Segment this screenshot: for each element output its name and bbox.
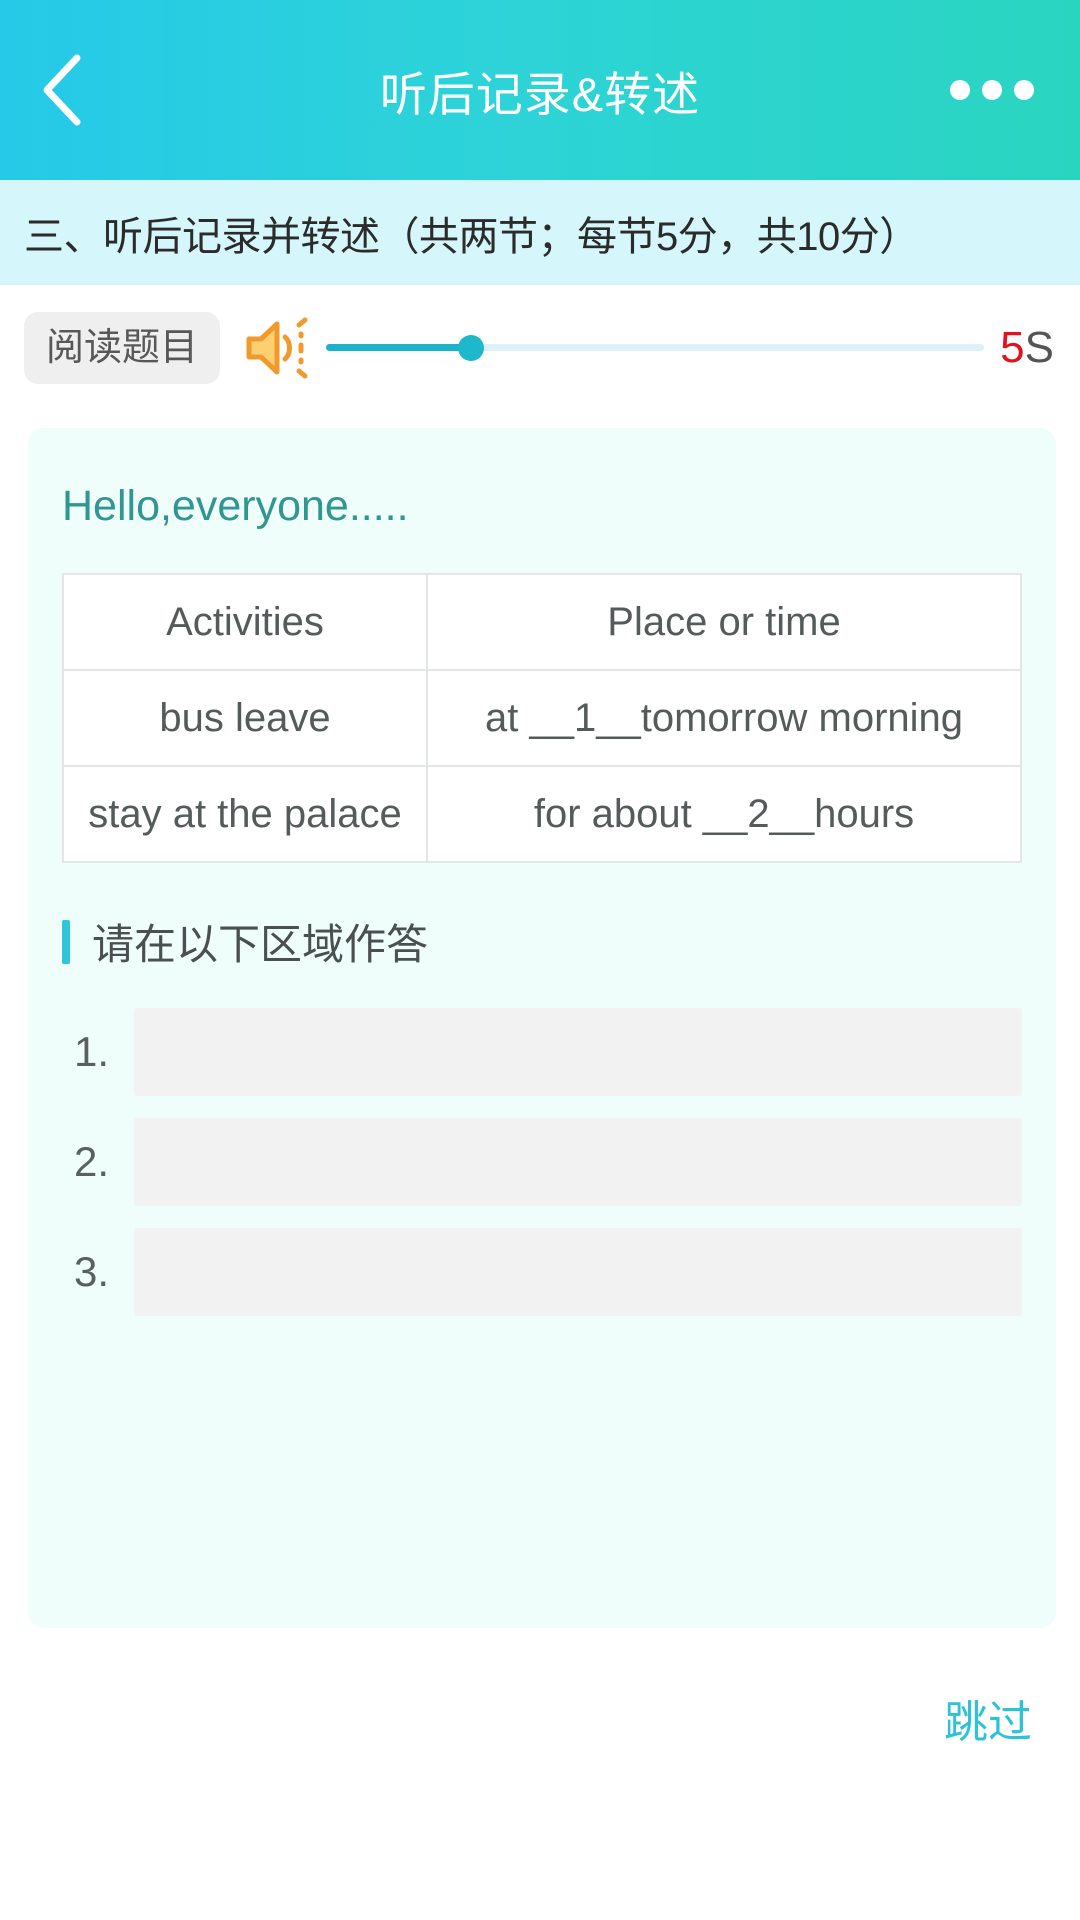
read-question-button[interactable]: 阅读题目	[24, 311, 221, 384]
slider-thumb[interactable]	[457, 334, 484, 361]
answer-area-heading-text: 请在以下区域作答	[92, 921, 429, 968]
answer-input-3[interactable]	[134, 1228, 1022, 1316]
table-header-row: Activities Place or time	[61, 573, 1022, 671]
table-row: bus leave at __1__tomorrow morning	[61, 669, 1022, 767]
countdown-timer-unit: S	[1024, 322, 1054, 372]
heading-accent-bar	[62, 919, 70, 964]
answer-number: 2.	[74, 1138, 110, 1185]
table-header-cell: Place or time	[426, 573, 1022, 671]
table-cell-place-or-time: at __1__tomorrow morning	[426, 669, 1022, 767]
more-horizontal-icon-dot	[1014, 80, 1034, 100]
app-header: 听后记录&转述	[0, 0, 1080, 180]
back-button[interactable]	[20, 50, 100, 130]
audio-player-row: 阅读题目 5S	[0, 285, 1080, 410]
answer-number: 1.	[74, 1028, 110, 1075]
table-row: stay at the palace for about __2__hours	[61, 765, 1022, 863]
chevron-left-icon	[37, 52, 83, 128]
skip-button[interactable]: 跳过	[944, 1686, 1032, 1750]
footer-bar: 跳过	[0, 1628, 1080, 1920]
answer-input-2[interactable]	[134, 1118, 1022, 1206]
volume-speaker-icon[interactable]	[244, 315, 314, 381]
more-horizontal-icon-dot	[982, 80, 1002, 100]
slider-fill	[326, 344, 471, 351]
table-cell-place-or-time: for about __2__hours	[426, 765, 1022, 863]
answer-number: 3.	[74, 1248, 110, 1295]
section-banner: 三、听后记录并转述（共两节；每节5分，共10分）	[0, 180, 1080, 285]
app-screen: 听后记录&转述 三、听后记录并转述（共两节；每节5分，共10分） 阅读题目 5S…	[0, 0, 1080, 1920]
more-options-button[interactable]	[944, 66, 1040, 114]
countdown-timer: 5S	[1000, 322, 1058, 372]
answer-input-1[interactable]	[134, 1008, 1022, 1096]
answer-area-heading: 请在以下区域作答	[62, 911, 1022, 972]
audio-progress-slider[interactable]	[326, 328, 985, 368]
countdown-timer-value: 5	[1000, 322, 1025, 372]
table-cell-activity: bus leave	[61, 669, 429, 767]
passage-intro-text: Hello,everyone.....	[62, 482, 409, 530]
note-taking-table: Activities Place or time bus leave at __…	[61, 573, 1022, 863]
answer-row: 2.	[62, 1118, 1022, 1206]
section-banner-text: 三、听后记录并转述（共两节；每节5分，共10分）	[24, 214, 919, 259]
page-title: 听后记录&转述	[379, 67, 701, 121]
table-header-cell: Activities	[61, 573, 429, 671]
table-cell-activity: stay at the palace	[61, 765, 429, 863]
answer-row: 1.	[62, 1008, 1022, 1096]
answer-row: 3.	[62, 1228, 1022, 1316]
question-content-card: Hello,everyone..... Activities Place or …	[28, 428, 1056, 1628]
more-horizontal-icon-dot	[950, 80, 970, 100]
